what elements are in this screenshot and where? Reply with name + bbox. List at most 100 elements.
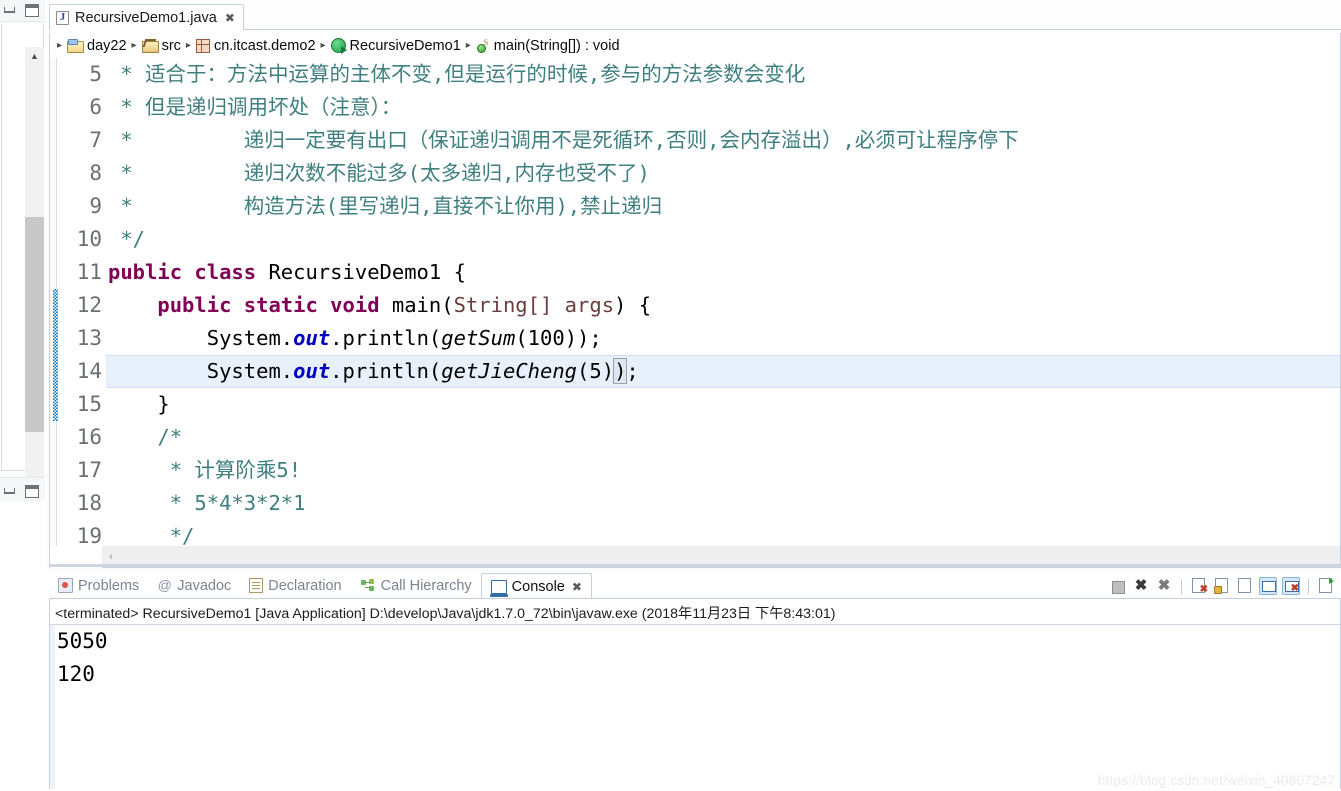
terminate-button[interactable] xyxy=(1109,577,1127,595)
code-line[interactable]: public class RecursiveDemo1 { xyxy=(106,256,1340,289)
code-token: RecursiveDemo1 { xyxy=(268,260,466,284)
line-number-ruler: 5 6 7 8 9 10 11 12 13 14 15 16 17 18 19 xyxy=(58,58,104,546)
line-number: 13 xyxy=(76,326,102,350)
code-token: /* xyxy=(108,425,183,449)
left-view-scrollbar[interactable]: ▲ ▼ xyxy=(25,47,44,494)
line-number: 10 xyxy=(76,227,102,251)
tab-problems[interactable]: Problems xyxy=(49,572,148,599)
code-token: .println( xyxy=(330,326,442,350)
close-icon[interactable]: ✖ xyxy=(572,580,582,594)
code-line[interactable]: * 但是递归调用坏处（注意）： xyxy=(106,91,1340,124)
collapsed-view-frame: ▲ ▼ xyxy=(1,23,44,494)
code-line[interactable]: */ xyxy=(106,223,1340,256)
tab-label: Call Hierarchy xyxy=(380,577,472,594)
code-line[interactable]: } xyxy=(106,388,1340,421)
code-token: System. xyxy=(108,326,294,350)
minimize-icon[interactable] xyxy=(4,7,15,13)
console-icon xyxy=(489,579,508,597)
breadcrumb-item-package[interactable]: cn.itcast.demo2 xyxy=(195,38,316,54)
code-line[interactable]: public static void main(String[] args) { xyxy=(106,289,1340,322)
line-number: 16 xyxy=(76,425,102,449)
code-token: 递归次数不能过多(太多递归,内存也受不了) xyxy=(145,161,650,185)
toolbar-separator xyxy=(1181,578,1182,594)
code-line[interactable]: */ xyxy=(106,520,1340,546)
tab-recursivedemo1-java[interactable]: RecursiveDemo1.java ✖ xyxy=(49,4,244,30)
code-token: 适合于：方法中运算的主体不变,但是运行的时候,参与的方法参数会变化 xyxy=(145,62,806,86)
scroll-up-arrow-icon[interactable]: ▲ xyxy=(25,47,44,64)
breadcrumb-item-method[interactable]: main(String[]) : void xyxy=(476,38,620,54)
line-number: 11 xyxy=(76,260,102,284)
breadcrumb-arrow-icon: ▸ xyxy=(465,40,471,51)
code-line[interactable]: * 计算阶乘5! xyxy=(106,454,1340,487)
breadcrumb-arrow-icon: ▸ xyxy=(131,40,137,51)
tab-console[interactable]: Console ✖ xyxy=(480,573,592,599)
code-token: * xyxy=(108,62,146,86)
scroll-lock-button[interactable] xyxy=(1213,577,1231,595)
code-line[interactable]: /* xyxy=(106,421,1340,454)
code-line[interactable]: System.out.println(getJieCheng(5)); xyxy=(106,355,1340,388)
problems-icon xyxy=(58,578,73,593)
console-output-area[interactable]: 5050 120 xyxy=(50,625,1340,791)
maximize-icon[interactable] xyxy=(25,4,39,17)
minimize-icon-bottom[interactable] xyxy=(4,488,15,494)
maximize-icon-bottom[interactable] xyxy=(25,485,39,498)
code-line[interactable]: * 递归一定要有出口（保证递归调用不是死循环,否则,会内存溢出）,必须可让程序停… xyxy=(106,124,1340,157)
line-number: 12 xyxy=(76,293,102,317)
javadoc-icon: @ xyxy=(157,577,172,593)
breadcrumb[interactable]: ▸ day22 ▸ src ▸ cn.itcast.demo2 ▸ Recurs… xyxy=(49,33,1341,58)
line-number: 14 xyxy=(76,359,102,383)
tab-declaration[interactable]: Declaration xyxy=(240,572,350,599)
breadcrumb-label: main(String[]) : void xyxy=(493,37,620,54)
console-output-line: 120 xyxy=(57,662,95,686)
pin-console-button[interactable]: ✖ xyxy=(1282,577,1300,595)
code-line[interactable]: System.out.println(getSum(100)); xyxy=(106,322,1340,355)
call-hierarchy-icon xyxy=(360,578,376,593)
tab-call-hierarchy[interactable]: Call Hierarchy xyxy=(351,572,481,599)
console-panel[interactable]: <terminated> RecursiveDemo1 [Java Applic… xyxy=(49,598,1341,791)
line-number: 5 xyxy=(89,62,102,86)
code-token: * 计算阶乘5! xyxy=(108,458,302,482)
code-token: (100)); xyxy=(515,326,602,350)
code-token: ) xyxy=(613,358,628,384)
code-line[interactable]: * 递归次数不能过多(太多递归,内存也受不了) xyxy=(106,157,1340,190)
code-token: */ xyxy=(108,524,195,546)
code-viewport[interactable]: 5 6 7 8 9 10 11 12 13 14 15 16 17 18 19 * 适合于：方法中运算的主体… xyxy=(49,58,1341,546)
show-console-on-output-button[interactable] xyxy=(1259,577,1277,595)
code-line[interactable]: * 适合于：方法中运算的主体不变,但是运行的时候,参与的方法参数会变化 xyxy=(106,58,1340,91)
editor-bottom-edge xyxy=(50,564,1341,567)
tab-javadoc[interactable]: @ Javadoc xyxy=(148,572,240,599)
breadcrumb-item-class[interactable]: RecursiveDemo1 xyxy=(330,38,461,54)
code-token: 递归一定要有出口（保证递归调用不是死循环,否则,会内存溢出）,必须可让程序停下 xyxy=(145,128,1019,152)
code-line[interactable]: * 构造方法(里写递归,直接不让你用),禁止递归 xyxy=(106,190,1340,223)
line-number: 18 xyxy=(76,491,102,515)
code-text[interactable]: * 适合于：方法中运算的主体不变,但是运行的时候,参与的方法参数会变化 * 但是… xyxy=(106,58,1340,546)
code-token: ) { xyxy=(614,293,652,317)
console-status-line: <terminated> RecursiveDemo1 [Java Applic… xyxy=(55,606,836,622)
breadcrumb-item-src[interactable]: src xyxy=(141,38,181,54)
code-token: getJieCheng xyxy=(441,359,578,383)
tab-label: Problems xyxy=(78,577,140,594)
console-toolbar: ✖ ✖ ✖ ✖ xyxy=(1109,575,1335,597)
code-token: String[] args xyxy=(453,293,615,317)
code-token: out xyxy=(293,326,331,350)
clear-console-button[interactable]: ✖ xyxy=(1190,577,1208,595)
word-wrap-button[interactable] xyxy=(1236,577,1254,595)
code-token: * xyxy=(108,95,146,119)
editor-horizontal-scrollbar[interactable]: ‹ xyxy=(49,546,1341,568)
remove-all-terminated-button[interactable]: ✖ xyxy=(1155,577,1173,595)
editor-tab-row: RecursiveDemo1.java ✖ xyxy=(49,2,1341,30)
line-number: 7 xyxy=(89,128,102,152)
console-left-margin xyxy=(50,625,55,791)
remove-launch-button[interactable]: ✖ xyxy=(1132,577,1150,595)
scrollbar-thumb[interactable] xyxy=(25,217,44,432)
line-number: 6 xyxy=(89,95,102,119)
breadcrumb-item-project[interactable]: day22 xyxy=(67,38,127,54)
code-token: public static void xyxy=(157,293,392,317)
code-token: * 5*4*3*2*1 xyxy=(108,491,306,515)
code-line[interactable]: * 5*4*3*2*1 xyxy=(106,487,1340,520)
close-icon[interactable]: ✖ xyxy=(225,12,235,24)
display-selected-console-button[interactable] xyxy=(1317,577,1335,595)
breadcrumb-label: day22 xyxy=(87,37,127,54)
code-token: * xyxy=(108,194,146,218)
line-number: 8 xyxy=(89,161,102,185)
